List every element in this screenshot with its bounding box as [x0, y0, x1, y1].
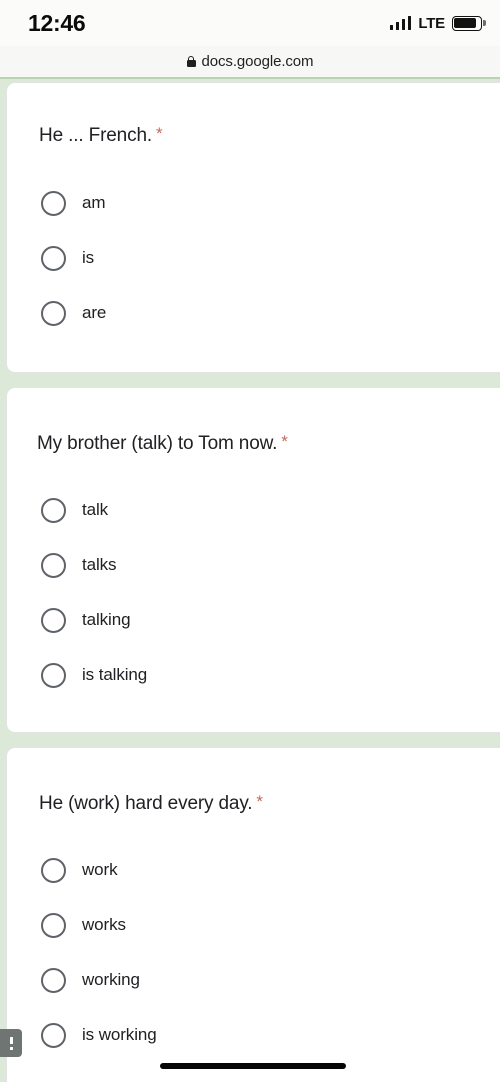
status-bar: 12:46 LTE [0, 0, 500, 46]
radio-button[interactable] [41, 497, 66, 523]
question-3-option-2[interactable]: works [41, 912, 126, 938]
network-type-label: LTE [418, 14, 445, 32]
question-1-title: He ... French. * [39, 123, 163, 147]
option-label: is [82, 248, 95, 267]
question-card-2: My brother (talk) to Tom now. * talk talk… [6, 386, 500, 733]
question-card-1: He ... French. * am is are [6, 81, 500, 373]
radio-button[interactable] [41, 190, 66, 216]
question-3-option-3[interactable]: working [41, 967, 140, 993]
option-label: am [82, 193, 106, 212]
question-card-3: He (work) hard every day. * work works wo… [6, 746, 500, 1082]
question-3-option-1[interactable]: work [41, 857, 118, 883]
option-label: working [82, 970, 140, 989]
question-1-option-2[interactable]: is [41, 245, 95, 271]
option-label: is talking [82, 665, 148, 684]
question-1-option-3[interactable]: are [41, 300, 107, 326]
radio-button[interactable] [41, 607, 66, 633]
radio-button[interactable] [41, 912, 66, 938]
phone-viewport: 12:46 LTE docs.google.com He ... French.… [0, 0, 500, 1082]
question-3-required-marker: * [256, 791, 263, 811]
radio-button[interactable] [41, 300, 66, 326]
option-label: is working [82, 1025, 157, 1044]
question-1-option-1[interactable]: am [41, 190, 106, 216]
question-3-title: He (work) hard every day. * [39, 793, 263, 815]
option-label: talking [82, 610, 131, 629]
signal-bars-icon [389, 16, 412, 30]
question-2-option-3[interactable]: talking [41, 607, 131, 633]
home-indicator-bar [160, 1063, 346, 1069]
side-panel-handle[interactable] [0, 1029, 22, 1057]
question-1-text: He ... French. [39, 124, 152, 146]
question-1-required-marker: * [156, 123, 163, 143]
question-2-option-2[interactable]: talks [41, 552, 117, 578]
option-label: talk [82, 500, 109, 519]
radio-button[interactable] [41, 245, 66, 271]
question-3-option-4[interactable]: is working [41, 1022, 157, 1048]
status-bar-clock: 12:46 [28, 9, 86, 36]
url-text: docs.google.com [201, 53, 314, 70]
radio-button[interactable] [41, 967, 66, 993]
question-2-option-1[interactable]: talk [41, 497, 109, 523]
radio-button[interactable] [41, 552, 66, 578]
radio-button[interactable] [41, 662, 66, 688]
battery-icon [452, 15, 486, 31]
form-page: He ... French. * am is are My brother (ta… [0, 78, 500, 1082]
question-2-title: My brother (talk) to Tom now. * [37, 433, 288, 455]
lock-icon [186, 56, 196, 67]
more-vertical-icon [9, 1036, 13, 1050]
radio-button[interactable] [41, 1022, 66, 1048]
question-2-text: My brother (talk) to Tom now. [37, 432, 278, 454]
question-3-text: He (work) hard every day. [39, 792, 253, 814]
question-2-required-marker: * [281, 431, 288, 451]
option-label: talks [82, 555, 117, 574]
option-label: works [82, 915, 126, 934]
status-bar-indicators: LTE [389, 14, 486, 32]
option-label: work [82, 860, 118, 879]
option-label: are [82, 303, 107, 322]
radio-button[interactable] [41, 857, 66, 883]
browser-url-bar[interactable]: docs.google.com [0, 46, 500, 77]
question-2-option-4[interactable]: is talking [41, 662, 148, 688]
